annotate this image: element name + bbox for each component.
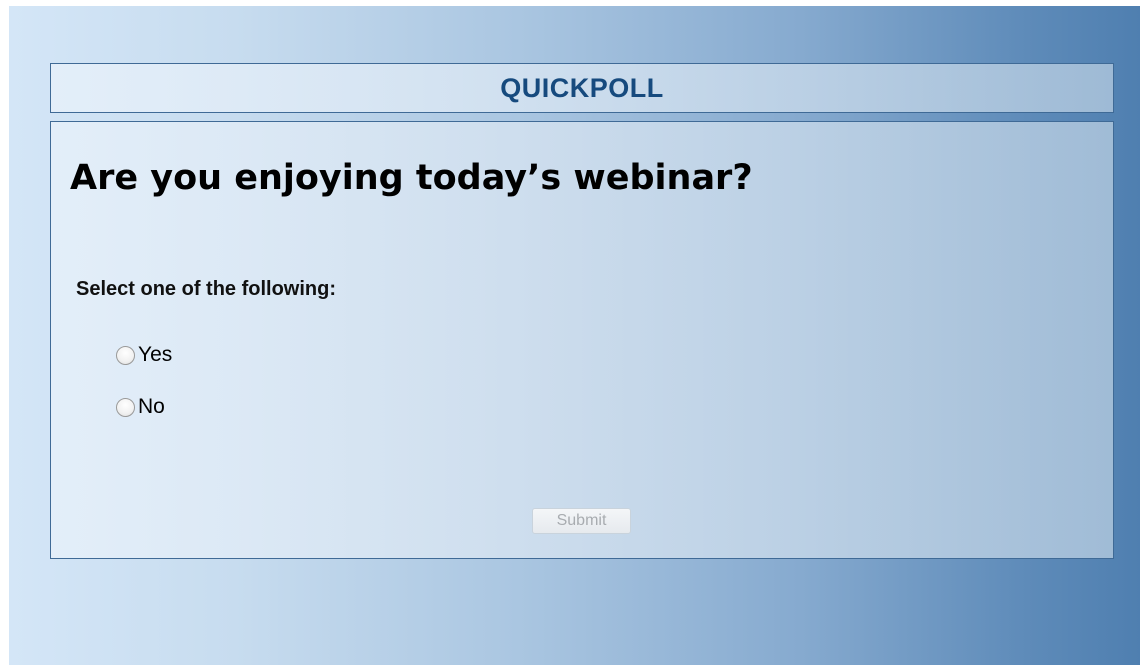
option-label-yes: Yes [138, 343, 173, 366]
poll-instruction: Select one of the following: [76, 278, 336, 300]
poll-background: QUICKPOLL Are you enjoying today’s webin… [9, 6, 1140, 665]
option-no[interactable]: No [116, 395, 165, 419]
radio-button-no[interactable] [116, 397, 135, 417]
submit-button[interactable]: Submit [532, 508, 631, 534]
poll-title: QUICKPOLL [500, 72, 664, 103]
poll-question: Are you enjoying today’s webinar? [70, 158, 753, 198]
poll-header: QUICKPOLL [50, 63, 1114, 113]
poll-panel: Are you enjoying today’s webinar? Select… [50, 121, 1114, 559]
radio-button-yes[interactable] [116, 345, 135, 365]
option-label-no: No [138, 395, 165, 418]
option-yes[interactable]: Yes [116, 343, 172, 367]
